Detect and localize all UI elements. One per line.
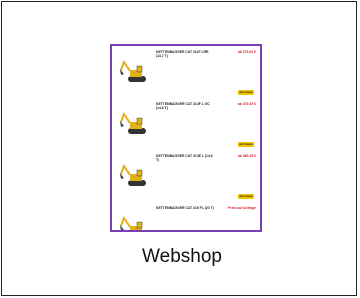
excavator-image [119,113,147,135]
product-item[interactable]: KETTENBAGGER CAT 316 FL (20 T) Preis auf… [118,204,258,230]
excavator-image [119,165,147,187]
webshop-thumbnail[interactable]: KETTENBAGGER CAT 311F LRR (13,7 T) ab 37… [110,44,262,232]
card-caption: Webshop [142,246,222,267]
excavator-image [119,61,147,83]
rent-button[interactable]: Jetzt mieten [238,142,254,147]
product-item[interactable]: KETTENBAGGER CAT 313F L GC (14,6 T) ab 3… [118,100,258,150]
product-price: ab 379,00 € [237,50,256,54]
product-title[interactable]: KETTENBAGGER CAT 313E L (14,6 T) [156,154,214,162]
product-price: ab 379,15 € [237,102,256,106]
rent-button[interactable]: Jetzt mieten [238,194,254,199]
product-title[interactable]: KETTENBAGGER CAT 316 FL (20 T) [156,206,214,210]
excavator-image [119,217,147,230]
product-title[interactable]: KETTENBAGGER CAT 311F LRR (13,7 T) [156,50,214,58]
product-item[interactable]: KETTENBAGGER CAT 311F LRR (13,7 T) ab 37… [118,48,258,98]
product-title[interactable]: KETTENBAGGER CAT 313F L GC (14,6 T) [156,102,214,110]
product-item[interactable]: KETTENBAGGER CAT 313E L (14,6 T) ab 380,… [118,152,258,202]
rent-button[interactable]: Jetzt mieten [238,90,254,95]
product-price: Preis auf Anfrage [228,206,256,210]
card-frame[interactable]: KETTENBAGGER CAT 311F LRR (13,7 T) ab 37… [1,1,357,296]
product-price: ab 380,15 € [237,154,256,158]
